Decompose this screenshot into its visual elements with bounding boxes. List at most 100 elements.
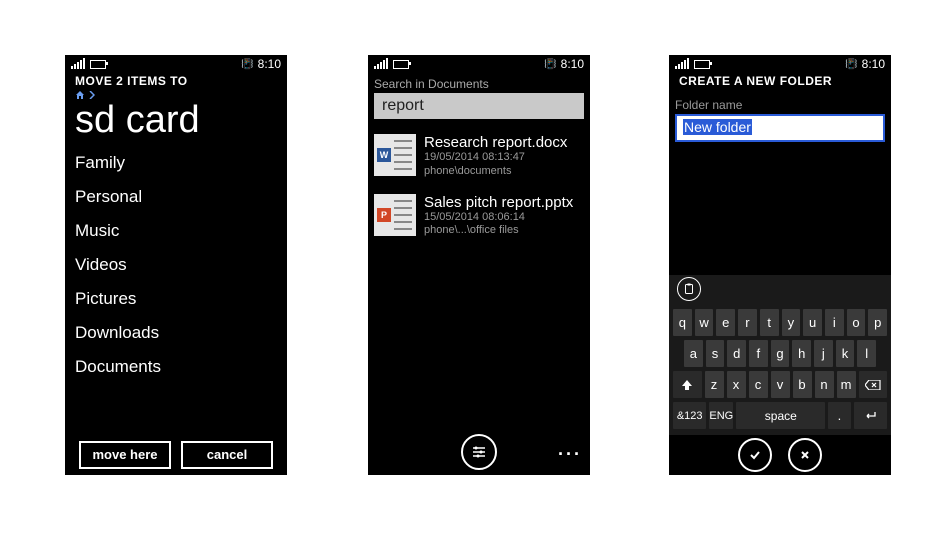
folder-item-personal[interactable]: Personal — [75, 180, 277, 214]
folder-item-documents[interactable]: Documents — [75, 350, 277, 384]
key-j[interactable]: j — [814, 340, 833, 367]
key-u[interactable]: u — [803, 309, 822, 336]
status-clock: 8:10 — [258, 57, 281, 71]
folder-name-input[interactable]: New folder — [675, 114, 885, 142]
key-space[interactable]: space — [736, 402, 825, 429]
key-a[interactable]: a — [684, 340, 703, 367]
search-input[interactable]: report — [374, 93, 584, 119]
signal-icon — [374, 59, 388, 69]
key-m[interactable]: m — [837, 371, 856, 398]
battery-icon — [694, 60, 710, 69]
search-scope-label: Search in Documents — [368, 71, 590, 93]
more-button[interactable]: ··· — [558, 444, 582, 465]
key-c[interactable]: c — [749, 371, 768, 398]
key-f[interactable]: f — [749, 340, 768, 367]
backspace-icon — [865, 380, 881, 390]
key-x[interactable]: x — [727, 371, 746, 398]
key-q[interactable]: q — [673, 309, 692, 336]
key-l[interactable]: l — [857, 340, 876, 367]
filter-button[interactable] — [461, 434, 497, 470]
status-clock: 8:10 — [862, 57, 885, 71]
status-bar: 📳 8:10 — [669, 55, 891, 71]
chevron-right-icon — [89, 91, 95, 99]
result-filename: Research report.docx — [424, 134, 567, 151]
keyboard-row-3: z x c v b n m — [671, 369, 889, 400]
accept-button[interactable] — [738, 438, 772, 472]
current-location: sd card — [65, 100, 287, 146]
result-path: phone\...\office files — [424, 224, 573, 238]
status-bar: 📳 8:10 — [65, 55, 287, 71]
signal-icon — [675, 59, 689, 69]
enter-icon — [863, 411, 877, 421]
result-filename: Sales pitch report.pptx — [424, 194, 573, 211]
key-shift[interactable] — [673, 371, 702, 398]
action-bar: move here cancel — [65, 441, 287, 469]
check-icon — [748, 448, 762, 462]
search-result-item[interactable]: W Research report.docx 19/05/2014 08:13:… — [374, 129, 584, 189]
powerpoint-file-icon: P — [374, 194, 416, 236]
result-date: 15/05/2014 08:06:14 — [424, 211, 573, 225]
field-label: Folder name — [669, 88, 891, 114]
key-t[interactable]: t — [760, 309, 779, 336]
key-w[interactable]: w — [695, 309, 714, 336]
signal-icon — [71, 59, 85, 69]
app-bar: ··· — [368, 429, 590, 475]
word-file-icon: W — [374, 134, 416, 176]
key-p[interactable]: p — [868, 309, 887, 336]
key-v[interactable]: v — [771, 371, 790, 398]
key-y[interactable]: y — [782, 309, 801, 336]
key-i[interactable]: i — [825, 309, 844, 336]
folder-item-videos[interactable]: Videos — [75, 248, 277, 282]
folder-item-music[interactable]: Music — [75, 214, 277, 248]
key-e[interactable]: e — [716, 309, 735, 336]
key-enter[interactable] — [854, 402, 887, 429]
folder-item-pictures[interactable]: Pictures — [75, 282, 277, 316]
folder-list: Family Personal Music Videos Pictures Do… — [65, 146, 287, 384]
vibrate-icon: 📳 — [845, 59, 856, 70]
filter-icon — [471, 446, 487, 458]
battery-icon — [90, 60, 106, 69]
status-clock: 8:10 — [561, 57, 584, 71]
keyboard-row-4: &123 ENG space . — [671, 400, 889, 431]
vibrate-icon: 📳 — [544, 59, 555, 70]
key-g[interactable]: g — [771, 340, 790, 367]
clipboard-button[interactable] — [677, 277, 701, 301]
search-results: W Research report.docx 19/05/2014 08:13:… — [368, 119, 590, 258]
key-h[interactable]: h — [792, 340, 811, 367]
key-s[interactable]: s — [706, 340, 725, 367]
app-bar — [669, 435, 891, 475]
key-language[interactable]: ENG — [709, 402, 733, 429]
close-icon — [798, 448, 812, 462]
clipboard-icon — [684, 283, 694, 295]
key-b[interactable]: b — [793, 371, 812, 398]
battery-icon — [393, 60, 409, 69]
shift-icon — [681, 379, 693, 391]
move-here-button[interactable]: move here — [79, 441, 171, 469]
keyboard: q w e r t y u i o p a s d f g h — [669, 275, 891, 475]
key-d[interactable]: d — [727, 340, 746, 367]
key-numsym[interactable]: &123 — [673, 402, 706, 429]
key-period[interactable]: . — [828, 402, 850, 429]
result-date: 19/05/2014 08:13:47 — [424, 151, 567, 165]
key-r[interactable]: r — [738, 309, 757, 336]
screen-create-folder: 📳 8:10 CREATE A NEW FOLDER Folder name N… — [669, 55, 891, 475]
page-title: CREATE A NEW FOLDER — [669, 71, 891, 88]
key-n[interactable]: n — [815, 371, 834, 398]
page-title: MOVE 2 ITEMS TO — [65, 71, 287, 88]
key-k[interactable]: k — [836, 340, 855, 367]
suggestion-bar — [669, 275, 891, 303]
search-result-item[interactable]: P Sales pitch report.pptx 15/05/2014 08:… — [374, 189, 584, 249]
vibrate-icon: 📳 — [241, 59, 252, 70]
screen-search: 📳 8:10 Search in Documents report W Rese… — [368, 55, 590, 475]
key-z[interactable]: z — [705, 371, 724, 398]
result-path: phone\documents — [424, 165, 567, 179]
cancel-button[interactable] — [788, 438, 822, 472]
key-backspace[interactable] — [859, 371, 888, 398]
selected-text: New folder — [683, 119, 752, 135]
cancel-button[interactable]: cancel — [181, 441, 273, 469]
folder-item-downloads[interactable]: Downloads — [75, 316, 277, 350]
folder-item-family[interactable]: Family — [75, 146, 277, 180]
keyboard-row-1: q w e r t y u i o p — [671, 307, 889, 338]
status-bar: 📳 8:10 — [368, 55, 590, 71]
key-o[interactable]: o — [847, 309, 866, 336]
